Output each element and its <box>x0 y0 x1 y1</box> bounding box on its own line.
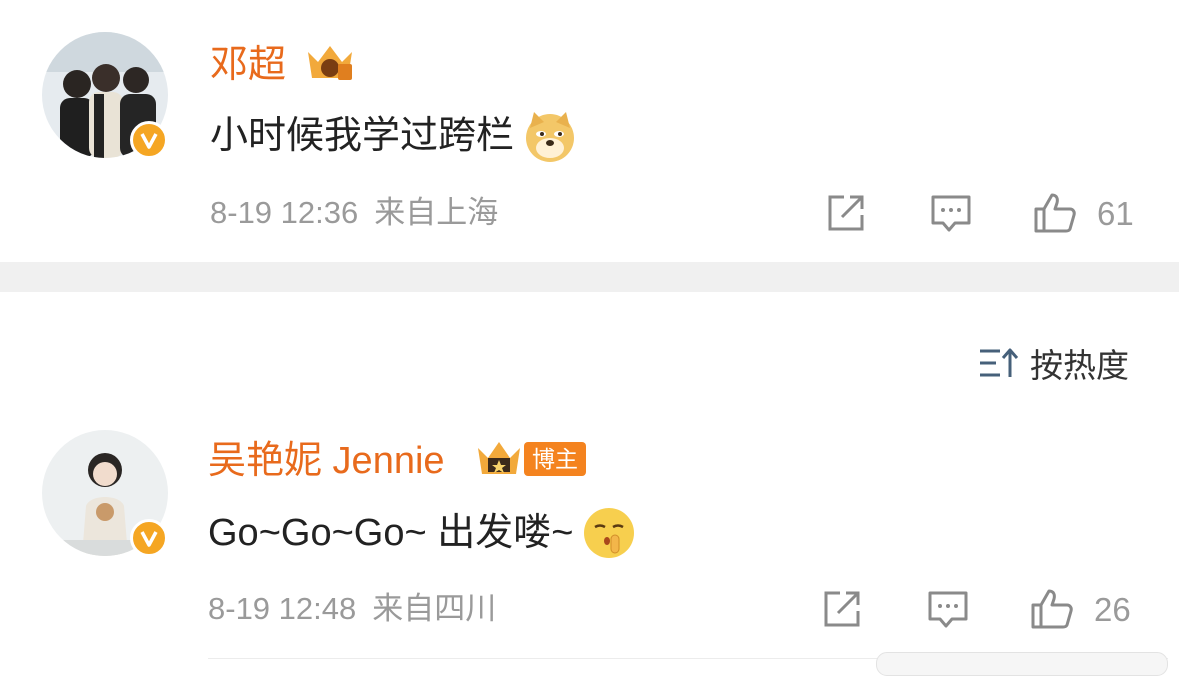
comment-icon[interactable] <box>927 189 975 237</box>
like-icon[interactable] <box>1027 585 1075 633</box>
doge-emoji-icon <box>522 108 578 164</box>
username[interactable]: 邓超 <box>210 46 286 84</box>
sort-icon <box>980 348 1019 377</box>
like-count: 61 <box>1097 195 1134 232</box>
comment-meta: 8-19 12:36 来自上海 <box>210 197 498 228</box>
sort-label: 按热度 <box>1030 347 1129 384</box>
comment-date: 8-19 12:36 <box>210 195 359 230</box>
sort-button[interactable]: 按热度 <box>978 339 1129 387</box>
shush-emoji-icon <box>581 505 637 561</box>
verified-icon <box>130 121 168 159</box>
verified-icon <box>130 519 168 557</box>
like-icon[interactable] <box>1030 189 1078 237</box>
username[interactable]: 吴艳妮 Jennie <box>208 442 445 480</box>
comment-meta: 8-19 12:48 来自四川 <box>208 593 496 624</box>
comment-icon[interactable] <box>924 585 972 633</box>
comment-date: 8-19 12:48 <box>208 591 357 626</box>
share-icon[interactable] <box>822 189 870 237</box>
scroll-indicator[interactable] <box>876 652 1168 676</box>
share-icon[interactable] <box>818 585 866 633</box>
comment-location: 来自四川 <box>372 591 497 626</box>
comment-text: 小时候我学过跨栏 <box>210 108 578 164</box>
blogger-badge: 博主 <box>524 442 586 476</box>
comment-location: 来自上海 <box>374 195 499 230</box>
crown-icon <box>474 438 524 483</box>
crown-icon <box>302 40 358 89</box>
like-count: 26 <box>1094 591 1131 628</box>
comment-text: Go~Go~Go~ 出发喽~ <box>208 505 637 561</box>
section-divider <box>0 262 1179 292</box>
